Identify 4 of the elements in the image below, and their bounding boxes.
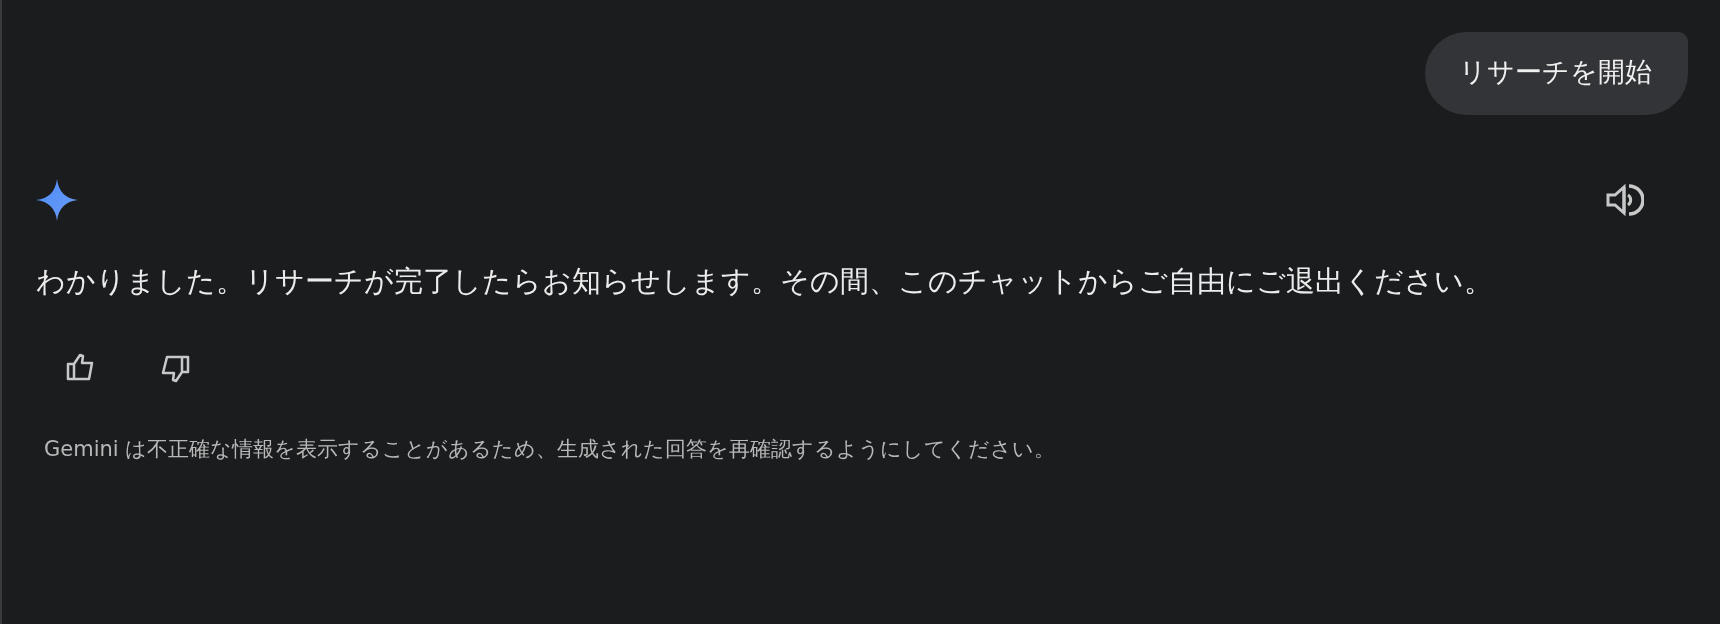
disclaimer-text: Gemini は不正確な情報を表示することがあるため、生成された回答を再確認するようにしてください。 xyxy=(44,436,1057,463)
response-text: わかりました。リサーチが完了したらお知らせします。その間、このチャットからご自由にご退出ください。 xyxy=(36,264,1494,300)
sparkle-icon xyxy=(36,179,78,221)
user-message: リサーチを開始 xyxy=(1425,32,1688,115)
